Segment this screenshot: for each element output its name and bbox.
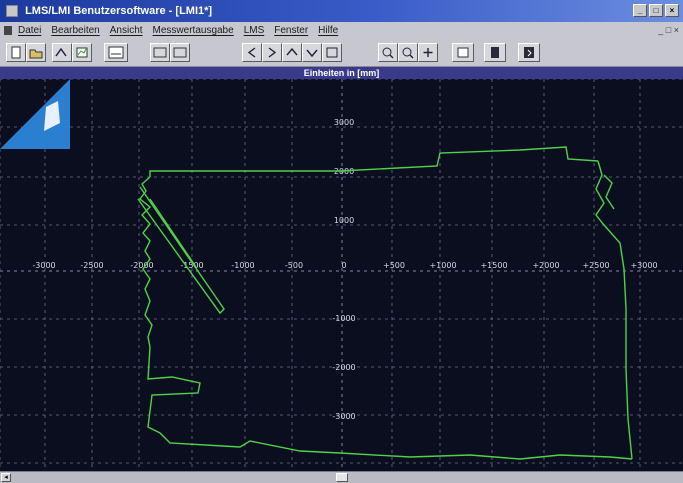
toolbar (0, 39, 683, 67)
x-tick-label: -1000 (231, 261, 254, 270)
scroll-left-button[interactable]: ◂ (1, 473, 11, 482)
y-tick-label: -3000 (332, 412, 355, 421)
y-tick-label: -2000 (332, 363, 355, 372)
open-button[interactable] (26, 43, 46, 62)
paragraph-icon (491, 47, 499, 58)
scan-contour-top-edge (149, 146, 599, 177)
x-tick-label: -3000 (32, 261, 55, 270)
zoom-fit-button[interactable] (418, 43, 438, 62)
x-tick-label: 0 (341, 261, 346, 270)
scan-contour-left-lower-edge (147, 346, 633, 460)
new-document-icon (11, 46, 21, 59)
arrow-left-icon (247, 47, 256, 58)
zoom-fit-icon (423, 48, 433, 57)
export-button[interactable] (104, 43, 128, 62)
scan-contour-right-notch (603, 174, 615, 210)
arrow-right-icon (268, 47, 277, 58)
print-button[interactable] (452, 43, 474, 62)
export-icon (108, 46, 124, 59)
reset-view-icon (326, 47, 338, 58)
move-up-button[interactable] (282, 43, 302, 62)
axis-tick-labels: -3000 -2500 -2000 -1500 -1000 -500 0 +500 +1000 +… (32, 118, 657, 421)
menu-fenster[interactable]: Fenster (274, 25, 308, 36)
open-folder-icon (29, 49, 43, 59)
scan-contour-diagonal-reflection-1 (137, 186, 225, 315)
scan-contour-right-edge (595, 160, 633, 460)
help-icon (524, 47, 534, 58)
document-menu-icon[interactable] (4, 26, 12, 35)
menu-bearbeiten[interactable]: Bearbeiten (51, 25, 99, 36)
reset-view-button[interactable] (322, 43, 342, 62)
close-button[interactable]: × (665, 4, 679, 17)
x-tick-label: +500 (383, 261, 405, 270)
menu-bar: Datei Bearbeiten Ansicht Messwertausgabe… (0, 22, 683, 39)
plot-header: Einheiten in [mm] (0, 67, 683, 79)
zoom-in-icon (382, 47, 394, 59)
x-tick-label: +2500 (582, 261, 609, 270)
paragraph-button[interactable] (484, 43, 506, 62)
move-left-button[interactable] (242, 43, 262, 62)
arrow-up-icon (286, 47, 298, 56)
minimize-button[interactable]: _ (633, 4, 647, 17)
window-icon (153, 47, 167, 58)
scan-contour-diagonal-reflection-2 (149, 198, 197, 268)
settings-button-2[interactable] (170, 43, 190, 62)
y-tick-label: 3000 (334, 118, 354, 127)
menu-ansicht[interactable]: Ansicht (110, 25, 143, 36)
help-button[interactable] (518, 43, 540, 62)
zoom-out-icon (402, 47, 414, 59)
zoom-in-button[interactable] (378, 43, 398, 62)
scan-plot-canvas: -3000 -2500 -2000 -1500 -1000 -500 0 +500 +1000 +… (0, 79, 683, 471)
horizontal-scrollbar[interactable]: ◂ (0, 471, 683, 483)
move-down-button[interactable] (302, 43, 322, 62)
arrow-down-icon (306, 49, 318, 58)
y-tick-label: 1000 (334, 216, 354, 225)
new-document-button[interactable] (6, 43, 26, 62)
connect-button[interactable] (52, 43, 72, 62)
window-icon (173, 47, 187, 58)
settings-button-1[interactable] (150, 43, 170, 62)
x-tick-label: +2000 (532, 261, 559, 270)
x-tick-label: +1000 (429, 261, 456, 270)
x-tick-label: -500 (285, 261, 303, 270)
x-tick-label: +3000 (630, 261, 657, 270)
x-tick-label: +1500 (480, 261, 507, 270)
app-icon[interactable] (6, 5, 18, 18)
scan-plot[interactable]: -3000 -2500 -2000 -1500 -1000 -500 0 +500 +1000 +… (0, 79, 683, 471)
chart-button[interactable] (72, 43, 92, 62)
x-tick-label: -2500 (80, 261, 103, 270)
menu-lms[interactable]: LMS (244, 25, 265, 36)
y-tick-label: -1000 (332, 314, 355, 323)
menu-messwertausgabe[interactable]: Messwertausgabe (153, 25, 234, 36)
print-icon (457, 47, 469, 58)
menu-hilfe[interactable]: Hilfe (318, 25, 338, 36)
zoom-out-button[interactable] (398, 43, 418, 62)
x-tick-label: -2000 (130, 261, 153, 270)
title-bar: LMS/LMI Benutzersoftware - [LMI1*] _ □ × (0, 0, 683, 22)
corner-logo (0, 79, 70, 149)
document-window-controls[interactable]: _ □ × (658, 25, 679, 35)
move-right-button[interactable] (262, 43, 282, 62)
maximize-button[interactable]: □ (649, 4, 663, 17)
connect-icon (55, 47, 67, 57)
chart-icon (76, 47, 88, 58)
menu-datei[interactable]: Datei (18, 25, 41, 36)
window-controls: _ □ × (633, 4, 679, 17)
laser-scan-contour (137, 146, 633, 460)
scroll-thumb[interactable] (336, 473, 348, 482)
window-title: LMS/LMI Benutzersoftware - [LMI1*] (25, 5, 213, 17)
